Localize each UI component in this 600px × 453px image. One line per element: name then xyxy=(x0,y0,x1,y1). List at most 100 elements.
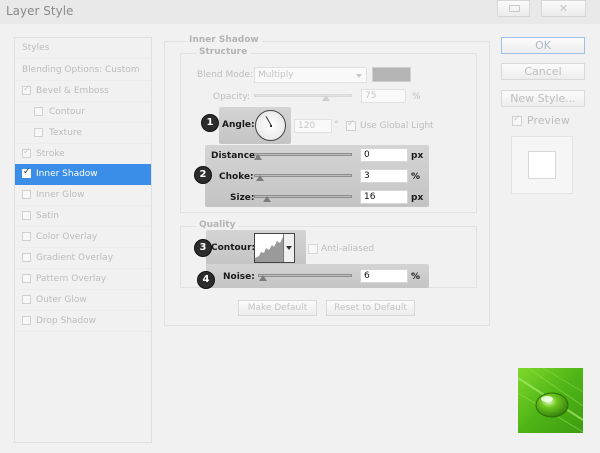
choke-slider-thumb[interactable] xyxy=(256,175,264,181)
style-item-texture[interactable]: Texture xyxy=(15,123,151,144)
noise-slider[interactable] xyxy=(258,274,352,277)
size-slider-thumb[interactable] xyxy=(263,196,271,202)
close-icon: ✕ xyxy=(558,2,569,15)
style-item-outer-glow[interactable]: Outer Glow xyxy=(15,290,151,311)
callout-badge-3: 3 xyxy=(194,239,212,257)
callout-badge-4: 4 xyxy=(197,271,215,289)
chevron-down-icon xyxy=(356,74,362,78)
pattern-overlay-checkbox[interactable] xyxy=(22,274,31,283)
contour-checkbox[interactable] xyxy=(34,107,43,116)
distance-label: Distance: xyxy=(211,151,259,161)
ok-button[interactable]: OK xyxy=(501,37,585,54)
satin-checkbox[interactable] xyxy=(22,211,31,220)
bevel-emboss-checkbox[interactable] xyxy=(22,84,31,95)
structure-title: Structure xyxy=(196,47,251,57)
gradient-overlay-checkbox[interactable] xyxy=(22,253,31,262)
style-item-gradient-overlay[interactable]: Gradient Overlay xyxy=(15,248,151,269)
size-input[interactable]: 16 xyxy=(360,190,408,204)
size-unit: px xyxy=(411,193,424,203)
preview-checkbox[interactable] xyxy=(512,114,522,126)
style-item-drop-shadow[interactable]: Drop Shadow xyxy=(15,311,151,332)
blend-mode-select[interactable]: Multiply xyxy=(254,67,367,83)
blend-mode-value: Multiply xyxy=(258,70,294,80)
distance-unit: px xyxy=(411,151,424,161)
style-item-contour[interactable]: Contour xyxy=(15,102,151,123)
style-item-label: Inner Glow xyxy=(36,190,85,200)
preview-label: Preview xyxy=(527,114,570,127)
style-item-label: Texture xyxy=(49,128,82,138)
blend-mode-label: Blend Mode: xyxy=(197,70,254,80)
blending-options[interactable]: Blending Options: Custom xyxy=(15,60,151,81)
choke-unit: % xyxy=(411,172,421,182)
screenshot-button[interactable] xyxy=(497,0,530,17)
style-item-label: Pattern Overlay xyxy=(36,274,107,284)
blending-options-label: Blending Options: Custom xyxy=(22,65,140,75)
camera-icon xyxy=(509,5,520,12)
style-item-label: Bevel & Emboss xyxy=(36,86,109,96)
opacity-slider[interactable] xyxy=(254,94,352,97)
texture-checkbox[interactable] xyxy=(34,128,43,137)
outer-glow-checkbox[interactable] xyxy=(22,295,31,304)
use-global-light-checkbox[interactable] xyxy=(346,119,356,131)
style-item-label: Color Overlay xyxy=(36,232,98,242)
distance-input[interactable]: 0 xyxy=(360,148,408,162)
chevron-down-icon[interactable] xyxy=(283,234,294,262)
style-item-bevel-emboss[interactable]: Bevel & Emboss xyxy=(15,81,151,102)
color-overlay-checkbox[interactable] xyxy=(22,232,31,241)
anti-aliased-label: Anti-aliased xyxy=(321,244,375,254)
styles-header[interactable]: Styles xyxy=(15,38,151,59)
close-button[interactable]: ✕ xyxy=(541,0,586,17)
anti-aliased-checkbox[interactable] xyxy=(308,244,318,254)
contour-curve-icon xyxy=(255,237,285,262)
style-item-inner-shadow[interactable]: Inner Shadow xyxy=(15,164,151,185)
opacity-slider-thumb[interactable] xyxy=(322,95,330,101)
styles-header-label: Styles xyxy=(22,43,50,53)
style-item-label: Contour xyxy=(49,107,85,117)
size-label: Size: xyxy=(230,193,255,203)
reset-to-default-button[interactable]: Reset to Default xyxy=(326,300,415,316)
angle-unit: ° xyxy=(334,120,339,130)
style-item-label: Drop Shadow xyxy=(36,316,97,326)
callout-badge-2: 2 xyxy=(194,166,212,184)
contour-label: Contour: xyxy=(211,243,256,253)
angle-label: Angle: xyxy=(222,120,255,130)
noise-input[interactable]: 6 xyxy=(360,269,408,283)
title-bar: Layer Style ✕ xyxy=(0,0,600,24)
choke-input[interactable]: 3 xyxy=(360,169,408,183)
new-style-button[interactable]: New Style... xyxy=(501,90,585,107)
contour-picker[interactable] xyxy=(254,233,295,263)
inner-glow-checkbox[interactable] xyxy=(22,190,31,199)
opacity-label: Opacity: xyxy=(213,92,250,102)
style-item-stroke[interactable]: Stroke xyxy=(15,144,151,165)
cancel-button[interactable]: Cancel xyxy=(501,63,585,80)
inner-shadow-title: Inner Shadow xyxy=(186,35,262,45)
drop-shadow-checkbox[interactable] xyxy=(22,316,31,325)
style-item-color-overlay[interactable]: Color Overlay xyxy=(15,227,151,248)
quality-title: Quality xyxy=(196,220,239,230)
window-title: Layer Style xyxy=(6,4,74,18)
noise-unit: % xyxy=(411,272,421,282)
inner-shadow-checkbox[interactable] xyxy=(22,167,31,178)
angle-input[interactable]: 120 xyxy=(294,119,332,133)
style-item-pattern-overlay[interactable]: Pattern Overlay xyxy=(15,269,151,290)
choke-slider[interactable] xyxy=(254,174,352,177)
style-item-label: Outer Glow xyxy=(36,295,87,305)
water-drop-leaf-image xyxy=(518,368,583,433)
opacity-unit: % xyxy=(412,92,421,102)
style-item-label: Gradient Overlay xyxy=(36,253,114,263)
styles-list: Styles Blending Options: Custom Bevel & … xyxy=(14,37,152,443)
make-default-button[interactable]: Make Default xyxy=(238,300,317,316)
stroke-checkbox[interactable] xyxy=(22,147,31,158)
choke-label: Choke: xyxy=(219,172,254,182)
use-global-light-label: Use Global Light xyxy=(360,121,434,131)
style-preview-square xyxy=(528,151,556,179)
distance-slider[interactable] xyxy=(254,153,352,156)
style-preview-thumbnail xyxy=(511,136,573,194)
distance-slider-thumb[interactable] xyxy=(254,154,262,160)
style-item-inner-glow[interactable]: Inner Glow xyxy=(15,185,151,206)
angle-dial[interactable] xyxy=(255,110,286,141)
opacity-input[interactable]: 75 xyxy=(361,89,406,103)
style-item-satin[interactable]: Satin xyxy=(15,206,151,227)
noise-slider-thumb[interactable] xyxy=(259,275,267,281)
shadow-color-swatch[interactable] xyxy=(372,67,411,82)
